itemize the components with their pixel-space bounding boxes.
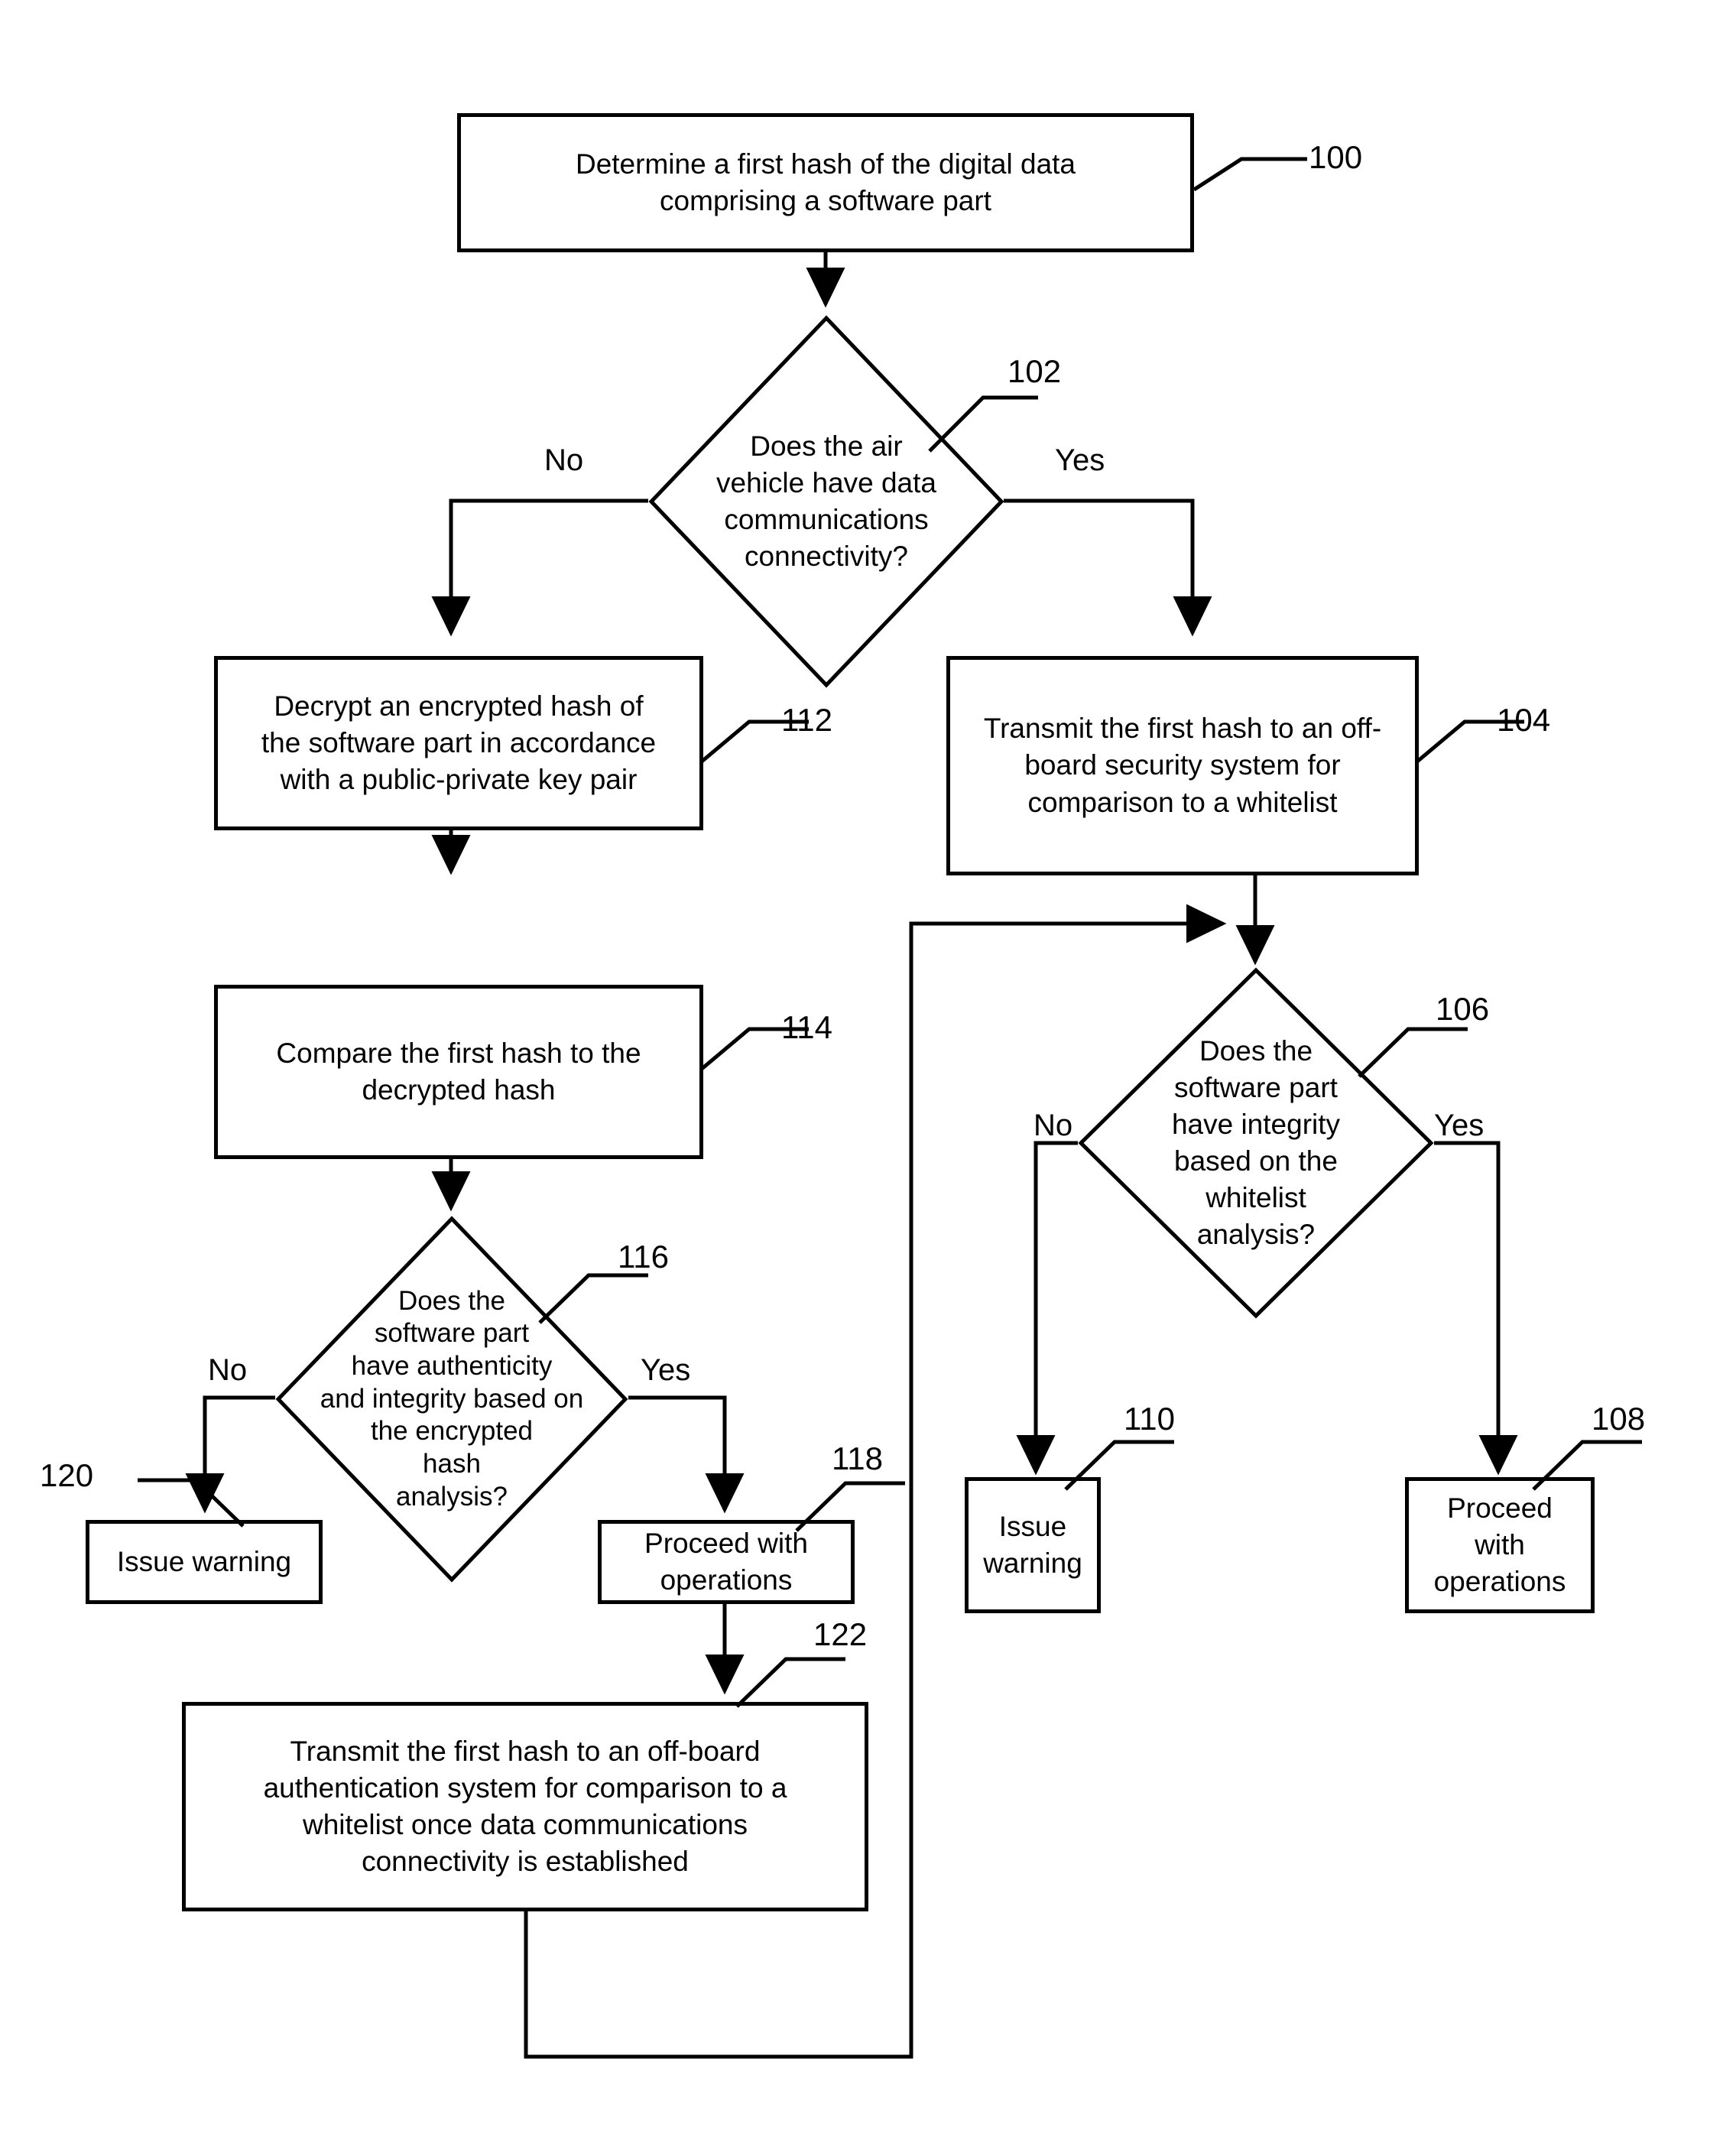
ref-label-120: 120	[40, 1457, 94, 1493]
process-box-100[interactable]: Determine a first hash of the digital da…	[457, 113, 1194, 252]
edge-label-116-yes: Yes	[641, 1353, 691, 1387]
d102-line-1: Does the air	[750, 430, 903, 462]
d106-line-2: software part	[1174, 1071, 1338, 1103]
edge-116-yes-to-118	[628, 1395, 745, 1514]
edge-102-no-to-112	[431, 498, 648, 637]
process-box-112-line-1: Decrypt an encrypted hash of	[274, 690, 644, 722]
process-box-104-line-1: Transmit the first hash to an off-	[983, 713, 1382, 745]
process-box-118-line-2: operations	[660, 1564, 793, 1596]
d106-line-5: whitelist	[1205, 1182, 1306, 1214]
edge-label-102-no: No	[544, 443, 584, 477]
process-box-100-line-1: Determine a first hash of the digital da…	[575, 148, 1076, 180]
ref-label-102: 102	[1008, 353, 1062, 389]
edge-106-yes-to-108	[1434, 1141, 1518, 1476]
edge-label-106-no: No	[1033, 1109, 1073, 1142]
d116-line-6: hash	[423, 1449, 481, 1479]
ref-label-118: 118	[832, 1440, 883, 1476]
d106-line-1: Does the	[1199, 1034, 1313, 1067]
ref-label-114: 114	[781, 1009, 832, 1045]
process-box-104-line-3: comparison to a whitelist	[1027, 786, 1338, 818]
figure-canvas: Determine a first hash of the digital da…	[0, 0, 1736, 2153]
process-box-100-line-2: comprising a software part	[660, 185, 991, 216]
d106-line-6: analysis?	[1196, 1219, 1316, 1251]
ref-label-108: 108	[1592, 1401, 1646, 1437]
d116-line-3: have authenticity	[351, 1350, 553, 1381]
edge-label-106-yes: Yes	[1434, 1109, 1485, 1142]
edge-102-yes-to-104	[1004, 498, 1212, 637]
d102-line-4: connectivity?	[745, 541, 908, 573]
ref-label-106: 106	[1436, 991, 1490, 1027]
process-box-114-line-1: Compare the first hash to the	[276, 1037, 641, 1069]
process-box-110[interactable]: Issue warning	[965, 1477, 1101, 1613]
process-box-104[interactable]: Transmit the first hash to an off- board…	[946, 656, 1419, 875]
process-box-114[interactable]: Compare the first hash to the decrypted …	[214, 985, 703, 1159]
edge-label-116-no: No	[208, 1353, 248, 1387]
process-box-122-line-2: authentication system for comparison to …	[263, 1771, 787, 1804]
process-box-122-line-4: connectivity is established	[362, 1846, 689, 1878]
process-box-122-line-1: Transmit the first hash to an off-board	[290, 1735, 761, 1767]
ref-label-100: 100	[1309, 139, 1363, 175]
process-box-108-line-3: operations	[1433, 1566, 1566, 1598]
ref-label-110: 110	[1124, 1401, 1175, 1437]
process-box-112-line-2: the software part in accordance	[261, 726, 657, 758]
process-box-108-line-2: with	[1475, 1528, 1525, 1560]
process-box-104-line-2: board security system for	[1024, 749, 1341, 781]
ref-leader-120	[138, 1478, 245, 1528]
process-box-110-line-2: warning	[983, 1547, 1082, 1579]
process-box-120-line-1: Issue warning	[116, 1545, 292, 1577]
process-box-118-line-1: Proceed with	[644, 1527, 808, 1559]
process-box-108[interactable]: Proceed with operations	[1405, 1477, 1595, 1613]
process-box-122[interactable]: Transmit the first hash to an off-board …	[182, 1702, 868, 1911]
ref-label-104: 104	[1497, 702, 1551, 738]
d116-line-7: analysis?	[396, 1481, 508, 1512]
d102-line-3: communications	[724, 504, 929, 535]
d102-line-2: vehicle have data	[716, 466, 936, 498]
process-box-112[interactable]: Decrypt an encrypted hash of the softwar…	[214, 656, 703, 830]
d116-line-5: the encrypted	[370, 1416, 534, 1447]
ref-label-122: 122	[813, 1616, 868, 1652]
d116-line-4: and integrity based on	[320, 1383, 584, 1414]
process-box-122-line-3: whitelist once data communications	[302, 1809, 748, 1840]
edge-label-102-yes: Yes	[1055, 443, 1105, 477]
process-box-110-line-1: Issue	[998, 1510, 1067, 1542]
process-box-112-line-3: with a public-private key pair	[280, 764, 638, 796]
d106-line-4: based on the	[1174, 1145, 1338, 1177]
d106-line-3: have integrity	[1171, 1108, 1341, 1140]
process-box-114-line-2: decrypted hash	[362, 1074, 556, 1106]
ref-label-116: 116	[618, 1239, 669, 1275]
ref-label-112: 112	[781, 702, 832, 738]
